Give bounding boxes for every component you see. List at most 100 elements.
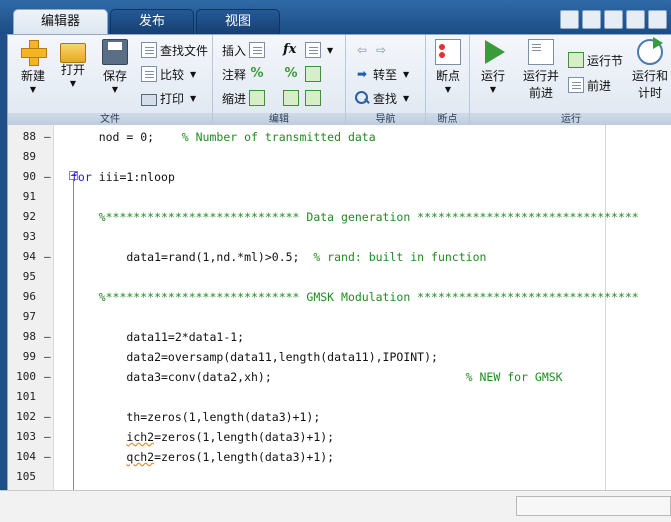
decrease-indent-button[interactable] (305, 88, 321, 108)
status-bar (0, 490, 671, 522)
paste-icon[interactable] (648, 10, 667, 29)
uncomment-button[interactable]: % (283, 64, 299, 84)
line-number: 96 (22, 290, 36, 303)
tab-editor[interactable]: 编辑器 (13, 9, 108, 34)
code-text[interactable]: %**************************** GMSK Modul… (71, 287, 639, 307)
chevron-down-icon: ▼ (444, 85, 452, 94)
code-text[interactable]: nod = 0; % Number of transmitted data (71, 127, 376, 147)
run-button[interactable]: 运行 ▼ (474, 39, 512, 94)
insert-function-button[interactable]: fx (283, 40, 299, 60)
quick-access-toolbar (560, 10, 667, 32)
breakpoints-section: 断点 ▼ 断点 (426, 35, 470, 126)
code-text[interactable]: data2=oversamp(data11,length(data11),IPO… (71, 347, 438, 367)
executable-line-marker[interactable]: – (44, 407, 51, 427)
line-number: 100 (16, 370, 36, 383)
code-text[interactable]: data11=2*data1-1; (71, 327, 244, 347)
advance-icon (568, 77, 584, 93)
forward-arrow-icon: ⇨ (375, 43, 387, 57)
advance-button[interactable]: 前进 (568, 75, 611, 95)
smart-indent-icon (249, 90, 266, 106)
find-files-button[interactable]: 查找文件 (141, 40, 208, 60)
code-line[interactable]: 100– data3=conv(data2,xh); % NEW for GMS… (8, 367, 671, 387)
indent-button[interactable]: 缩进 (222, 88, 266, 108)
code-line[interactable]: 104– qch2=zeros(1,length(data3)+1); (8, 447, 671, 467)
comment-token: % Number of transmitted data (181, 130, 376, 144)
run-and-advance-button[interactable]: 运行并 前进 (516, 39, 566, 101)
wrap-comments-icon (305, 66, 321, 82)
run-section-button[interactable]: 运行节 (568, 50, 623, 70)
comment-token: % rand: built in function (313, 250, 487, 264)
executable-line-marker[interactable]: – (44, 427, 51, 447)
comment-token: %**************************** Data gener… (71, 210, 639, 224)
print-button[interactable]: 打印 ▼ (141, 88, 196, 108)
compare-button[interactable]: 比较 ▼ (141, 64, 196, 84)
chevron-down-icon: ▼ (29, 85, 37, 94)
run-section-label: 运行节 (587, 53, 624, 68)
code-line[interactable]: 96 %**************************** GMSK Mo… (8, 287, 671, 307)
insert-cell-button[interactable]: ▼ (305, 40, 333, 60)
wrap-comments-button[interactable] (305, 64, 321, 84)
code-line[interactable]: 102– th=zeros(1,length(data3)+1); (8, 407, 671, 427)
save-label: 保存 (102, 69, 127, 83)
tab-publish[interactable]: 发布 (110, 9, 194, 34)
code-line[interactable]: 97 (8, 307, 671, 327)
find-files-icon (141, 42, 157, 58)
code-line[interactable]: 94– data1=rand(1,nd.*ml)>0.5; % rand: bu… (8, 247, 671, 267)
find-button[interactable]: 查找 ▼ (354, 88, 409, 108)
code-line[interactable]: 88– nod = 0; % Number of transmitted dat… (8, 127, 671, 147)
code-line[interactable]: 99– data2=oversamp(data11,length(data11)… (8, 347, 671, 367)
code-token: nod = 0; (71, 130, 182, 144)
save-icon[interactable] (582, 10, 601, 29)
code-token: data1=rand(1,nd.*ml)>0.5; (71, 250, 314, 264)
code-line[interactable]: 95 (8, 267, 671, 287)
code-line[interactable]: 98– data11=2*data1-1; (8, 327, 671, 347)
increase-indent-button[interactable] (283, 88, 299, 108)
code-text[interactable]: for iii=1:nloop (71, 167, 175, 187)
executable-line-marker[interactable]: – (44, 447, 51, 467)
comment-button[interactable]: 注释 % (222, 64, 265, 84)
code-line[interactable]: 103– ich2=zeros(1,length(data3)+1); (8, 427, 671, 447)
breakpoints-label: 断点 (435, 69, 460, 83)
run-and-time-button[interactable]: 运行和 计时 (628, 37, 671, 101)
executable-line-marker[interactable]: – (44, 167, 51, 187)
code-text[interactable]: data1=rand(1,nd.*ml)>0.5; % rand: built … (71, 247, 486, 267)
line-number: 89 (22, 150, 36, 163)
code-text[interactable]: data3=conv(data2,xh); % NEW for GMSK (71, 367, 562, 387)
code-line[interactable]: 89 (8, 147, 671, 167)
new-button[interactable]: 新建 ▼ (14, 39, 52, 94)
code-line[interactable]: 90– for iii=1:nloop (8, 167, 671, 187)
insert-button[interactable]: 插入 (222, 40, 266, 60)
copy-icon[interactable] (626, 10, 645, 29)
executable-line-marker[interactable]: – (44, 247, 51, 267)
executable-line-marker[interactable]: – (44, 347, 51, 367)
warning-token: ich2 (126, 430, 155, 444)
toolstrip-tab-bar: 编辑器 发布 视图 (0, 0, 671, 34)
code-line[interactable]: 105 (8, 467, 671, 487)
open-button[interactable]: 打开 ▼ (54, 39, 92, 88)
code-text[interactable]: %**************************** Data gener… (71, 207, 639, 227)
code-text[interactable]: ich2=zeros(1,length(data3)+1); (71, 427, 334, 447)
tab-view[interactable]: 视图 (196, 9, 280, 34)
cut-icon[interactable] (604, 10, 623, 29)
executable-line-marker[interactable]: – (44, 367, 51, 387)
line-number: 98 (22, 330, 36, 343)
executable-line-marker[interactable]: – (44, 327, 51, 347)
goto-button[interactable]: ➡ 转至 ▼ (354, 64, 409, 84)
executable-line-marker[interactable]: – (44, 127, 51, 147)
code-token: =zeros(1,length(data3)+1); (154, 450, 335, 464)
breakpoint-icon (435, 39, 461, 65)
code-line[interactable]: 92 %**************************** Data ge… (8, 207, 671, 227)
back-button[interactable]: ⇦ ⇨ (354, 40, 389, 60)
line-number: 91 (22, 190, 36, 203)
code-line[interactable]: 91 (8, 187, 671, 207)
breakpoints-button[interactable]: 断点 ▼ (429, 39, 467, 94)
code-line[interactable]: 101 (8, 387, 671, 407)
layout-icon[interactable] (560, 10, 579, 29)
code-text[interactable]: qch2=zeros(1,length(data3)+1); (71, 447, 334, 467)
code-line[interactable]: 93 (8, 227, 671, 247)
save-button[interactable]: 保存 ▼ (96, 39, 134, 94)
code-text[interactable]: th=zeros(1,length(data3)+1); (71, 407, 320, 427)
code-editor[interactable]: 88– nod = 0; % Number of transmitted dat… (7, 125, 671, 490)
line-number: 101 (16, 390, 36, 403)
